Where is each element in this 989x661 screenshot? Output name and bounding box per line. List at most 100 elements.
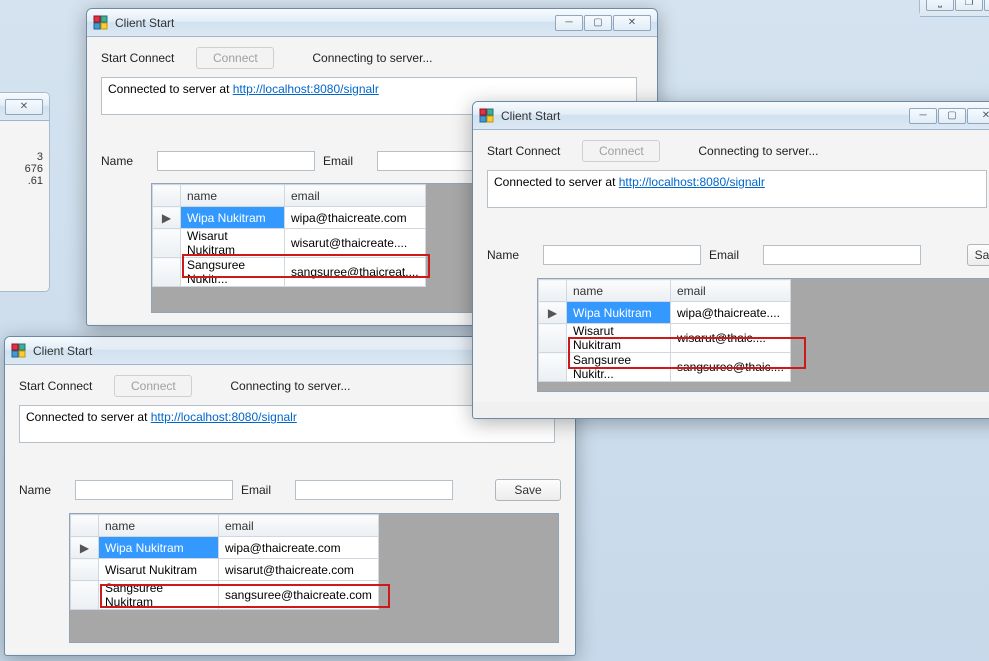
cell-name[interactable]: Wipa Nukitram <box>181 207 285 229</box>
table-row[interactable]: ▶ Wipa Nukitram wipa@thaicreate.com <box>71 537 379 559</box>
col-email-header[interactable]: email <box>219 515 379 537</box>
minimize-button[interactable]: ─ <box>909 108 937 124</box>
cell-name[interactable]: Wisarut Nukitram <box>99 559 219 581</box>
grid-container: name email ▶ Wipa Nukitram wipa@thaicrea… <box>69 513 559 643</box>
table-row[interactable]: ▶ Wipa Nukitram wipa@thaicreate.... <box>539 302 791 324</box>
window-title: Client Start <box>501 109 909 123</box>
start-connect-label: Start Connect <box>101 51 174 65</box>
cell-name[interactable]: Wipa Nukitram <box>567 302 671 324</box>
row-header-col <box>539 280 567 302</box>
col-email-header[interactable]: email <box>285 185 426 207</box>
close-button[interactable]: ✕ <box>967 108 989 124</box>
minimize-button[interactable]: ⎵ <box>926 0 954 11</box>
cell-email[interactable]: sangsuree@thaicreat.... <box>285 258 426 287</box>
grid-container: name email ▶ Wipa Nukitram wipa@thaicrea… <box>151 183 491 313</box>
col-name-header[interactable]: name <box>567 280 671 302</box>
cell-email[interactable]: wipa@thaicreate.com <box>285 207 426 229</box>
table-row[interactable]: Sangsuree Nukitr... sangsuree@thaicreat.… <box>153 258 426 287</box>
cell-email[interactable]: wipa@thaicreate.com <box>219 537 379 559</box>
data-grid[interactable]: name email ▶ Wipa Nukitram wipa@thaicrea… <box>70 514 379 610</box>
status-text: Connecting to server... <box>312 51 432 65</box>
log-textbox[interactable]: Connected to server at http://localhost:… <box>487 170 987 208</box>
email-label: Email <box>709 248 747 262</box>
connect-button[interactable]: Connect <box>114 375 192 397</box>
cell-email[interactable]: wisarut@thaicreate.... <box>285 229 426 258</box>
close-button[interactable]: ✕ <box>613 15 651 31</box>
stray-text: 3 676 .61 <box>0 121 49 217</box>
data-grid[interactable]: name email ▶ Wipa Nukitram wipa@thaicrea… <box>538 279 791 382</box>
row-selector <box>153 229 181 258</box>
table-row[interactable]: Sangsuree Nukitr... sangsuree@thaic.... <box>539 353 791 382</box>
cell-email[interactable]: wisarut@thaicreate.com <box>219 559 379 581</box>
data-grid[interactable]: name email ▶ Wipa Nukitram wipa@thaicrea… <box>152 184 426 287</box>
save-button[interactable]: Save <box>495 479 561 501</box>
cell-name[interactable]: Sangsuree Nukitram <box>99 581 219 610</box>
table-row[interactable]: Wisarut Nukitram wisarut@thaicreate.... <box>153 229 426 258</box>
close-button[interactable]: ✕ <box>5 99 43 115</box>
client-start-window-2: Client Start ─ ▢ ✕ Start Connect Connect… <box>472 101 989 419</box>
maximize-button[interactable]: ▢ <box>584 15 612 31</box>
connect-button[interactable]: Connect <box>196 47 274 69</box>
maximize-button[interactable]: ❐ <box>955 0 983 11</box>
close-button[interactable]: ✕ <box>984 0 989 11</box>
start-connect-label: Start Connect <box>19 379 92 393</box>
status-text: Connecting to server... <box>698 144 818 158</box>
maximize-button[interactable]: ▢ <box>938 108 966 124</box>
email-input[interactable] <box>377 151 487 171</box>
name-input[interactable] <box>75 480 233 500</box>
status-text: Connecting to server... <box>230 379 350 393</box>
row-selector <box>71 581 99 610</box>
cell-name[interactable]: Wisarut Nukitram <box>567 324 671 353</box>
table-row[interactable]: Wisarut Nukitram wisarut@thaicreate.com <box>71 559 379 581</box>
cell-email[interactable]: sangsuree@thaic.... <box>671 353 791 382</box>
email-input[interactable] <box>295 480 453 500</box>
table-row[interactable]: Sangsuree Nukitram sangsuree@thaicreate.… <box>71 581 379 610</box>
log-link[interactable]: http://localhost:8080/signalr <box>233 82 379 96</box>
col-name-header[interactable]: name <box>181 185 285 207</box>
titlebar[interactable]: Client Start ─ ▢ ✕ <box>473 102 989 130</box>
row-selector <box>539 324 567 353</box>
col-name-header[interactable]: name <box>99 515 219 537</box>
app-icon <box>479 108 495 124</box>
name-label: Name <box>487 248 527 262</box>
log-prefix: Connected to server at <box>26 410 151 424</box>
name-label: Name <box>19 483 59 497</box>
titlebar[interactable]: Client Start ─ ▢ ✕ <box>87 9 657 37</box>
email-input[interactable] <box>763 245 921 265</box>
row-selector: ▶ <box>539 302 567 324</box>
row-selector <box>539 353 567 382</box>
name-input[interactable] <box>543 245 701 265</box>
cell-email[interactable]: sangsuree@thaicreate.com <box>219 581 379 610</box>
cell-name[interactable]: Sangsuree Nukitr... <box>567 353 671 382</box>
row-header-col <box>153 185 181 207</box>
log-prefix: Connected to server at <box>494 175 619 189</box>
app-icon <box>11 343 27 359</box>
log-link[interactable]: http://localhost:8080/signalr <box>619 175 765 189</box>
save-button[interactable]: Sa <box>967 244 989 266</box>
col-email-header[interactable]: email <box>671 280 791 302</box>
log-link[interactable]: http://localhost:8080/signalr <box>151 410 297 424</box>
minimize-button[interactable]: ─ <box>555 15 583 31</box>
log-prefix: Connected to server at <box>108 82 233 96</box>
name-label: Name <box>101 154 141 168</box>
row-header-col <box>71 515 99 537</box>
cell-email[interactable]: wisarut@thaic.... <box>671 324 791 353</box>
name-input[interactable] <box>157 151 315 171</box>
window-title: Client Start <box>115 16 555 30</box>
row-selector: ▶ <box>71 537 99 559</box>
cell-email[interactable]: wipa@thaicreate.... <box>671 302 791 324</box>
cell-name[interactable]: Wisarut Nukitram <box>181 229 285 258</box>
email-label: Email <box>241 483 279 497</box>
bg-top-controls: ⎵ ❐ ✕ <box>919 0 989 16</box>
row-selector <box>71 559 99 581</box>
cell-name[interactable]: Sangsuree Nukitr... <box>181 258 285 287</box>
row-selector: ▶ <box>153 207 181 229</box>
cell-name[interactable]: Wipa Nukitram <box>99 537 219 559</box>
bg-left-window: ✕ 3 676 .61 <box>0 92 50 292</box>
email-label: Email <box>323 154 361 168</box>
connect-button[interactable]: Connect <box>582 140 660 162</box>
table-row[interactable]: ▶ Wipa Nukitram wipa@thaicreate.com <box>153 207 426 229</box>
start-connect-label: Start Connect <box>487 144 560 158</box>
table-row[interactable]: Wisarut Nukitram wisarut@thaic.... <box>539 324 791 353</box>
app-icon <box>93 15 109 31</box>
